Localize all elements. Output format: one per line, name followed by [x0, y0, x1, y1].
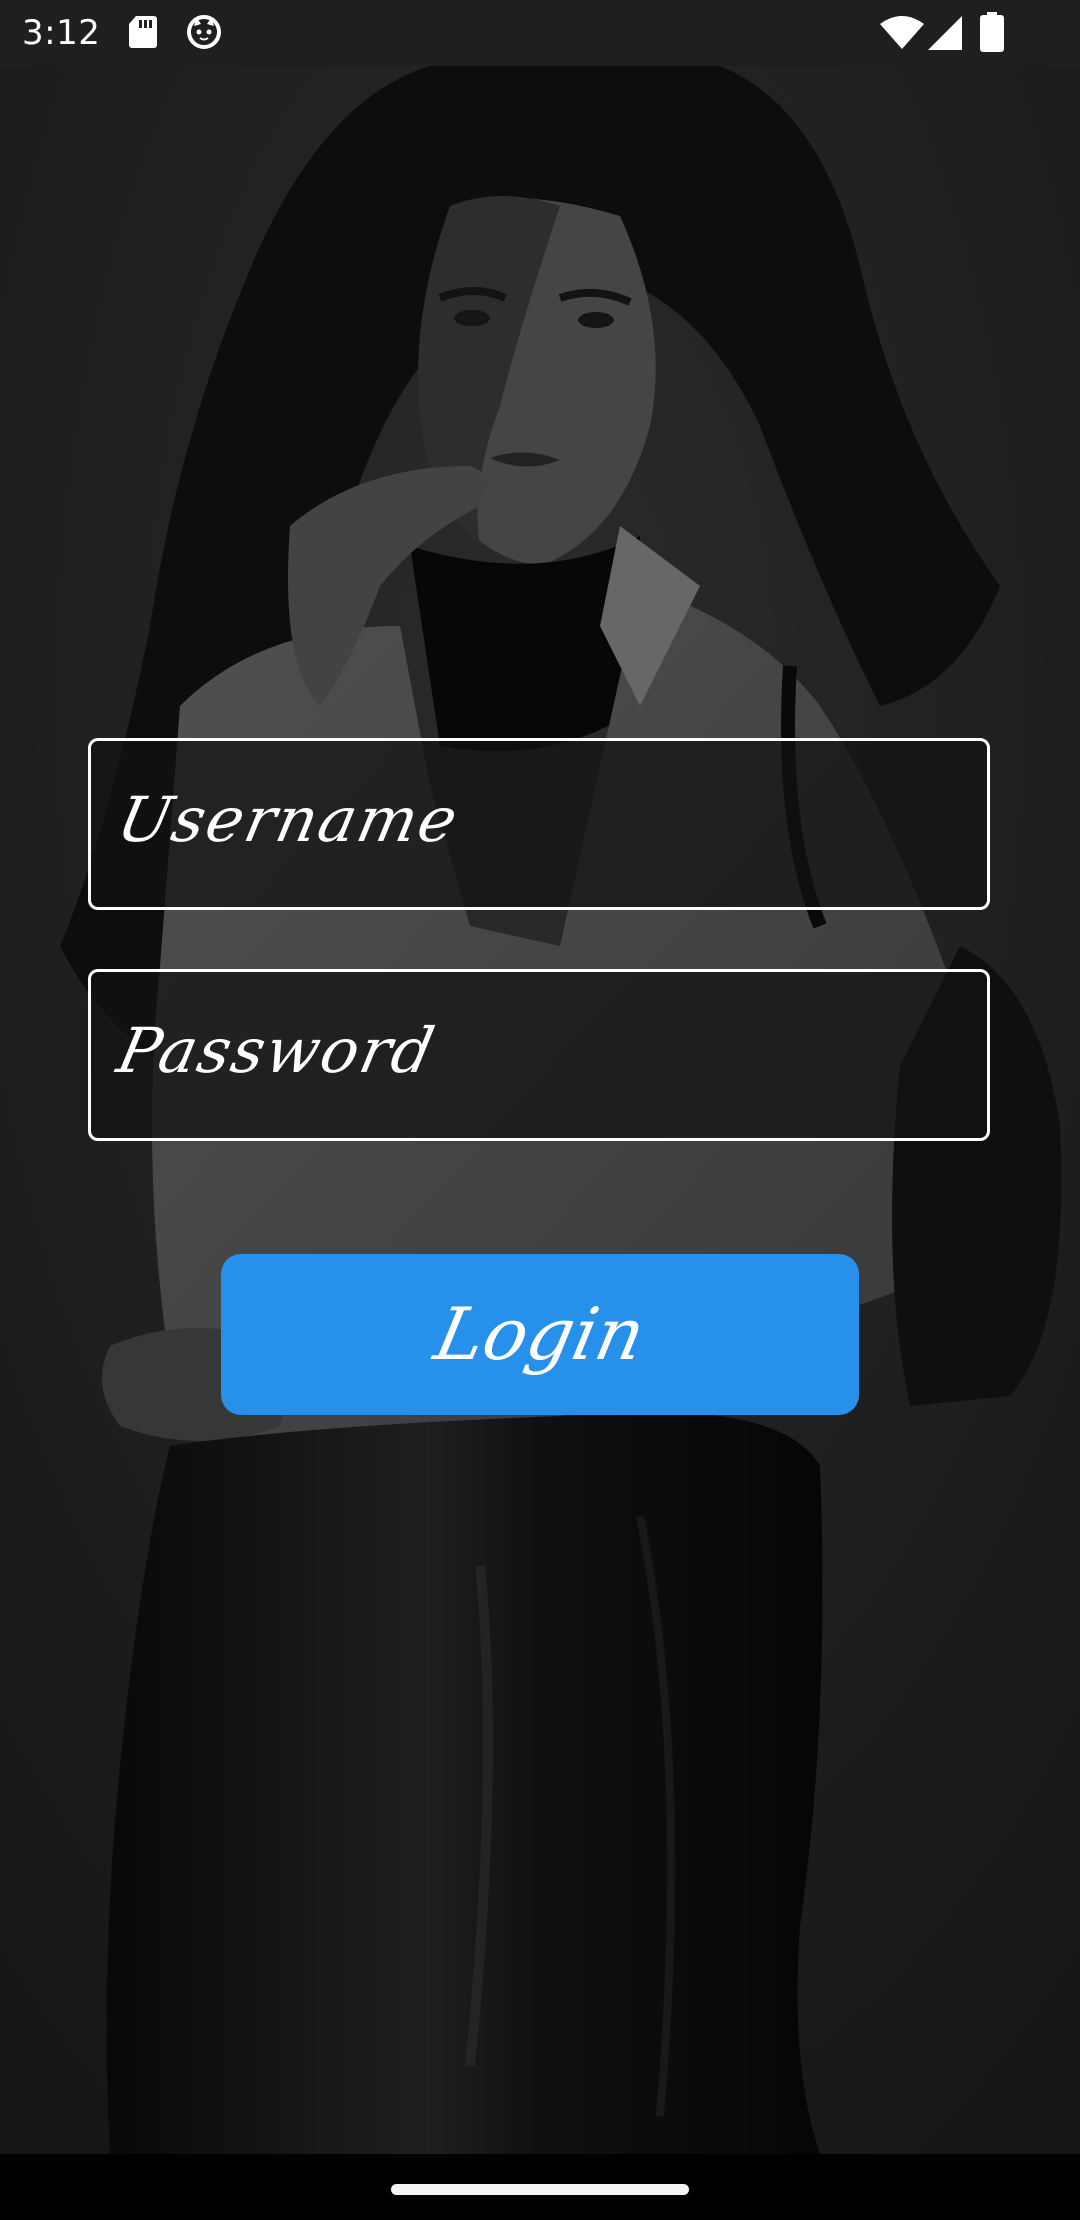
wifi-icon — [880, 16, 924, 54]
sd-card-icon — [128, 14, 158, 54]
navigation-bar — [0, 2154, 1080, 2220]
home-gesture-handle[interactable] — [391, 2184, 689, 2195]
login-screen: 3:12 Username Password Login — [0, 0, 1080, 2220]
login-button-label: Login — [427, 1292, 653, 1376]
password-field[interactable]: Password — [88, 969, 990, 1141]
status-time: 3:12 — [22, 13, 101, 53]
status-bar: 3:12 — [0, 0, 1080, 66]
username-placeholder: Username — [111, 783, 466, 856]
cat-face-icon — [186, 14, 222, 54]
username-field[interactable]: Username — [88, 738, 990, 910]
password-placeholder: Password — [111, 1014, 443, 1087]
login-button[interactable]: Login — [221, 1254, 859, 1415]
battery-icon — [980, 12, 1004, 56]
cellular-signal-icon — [928, 16, 962, 54]
